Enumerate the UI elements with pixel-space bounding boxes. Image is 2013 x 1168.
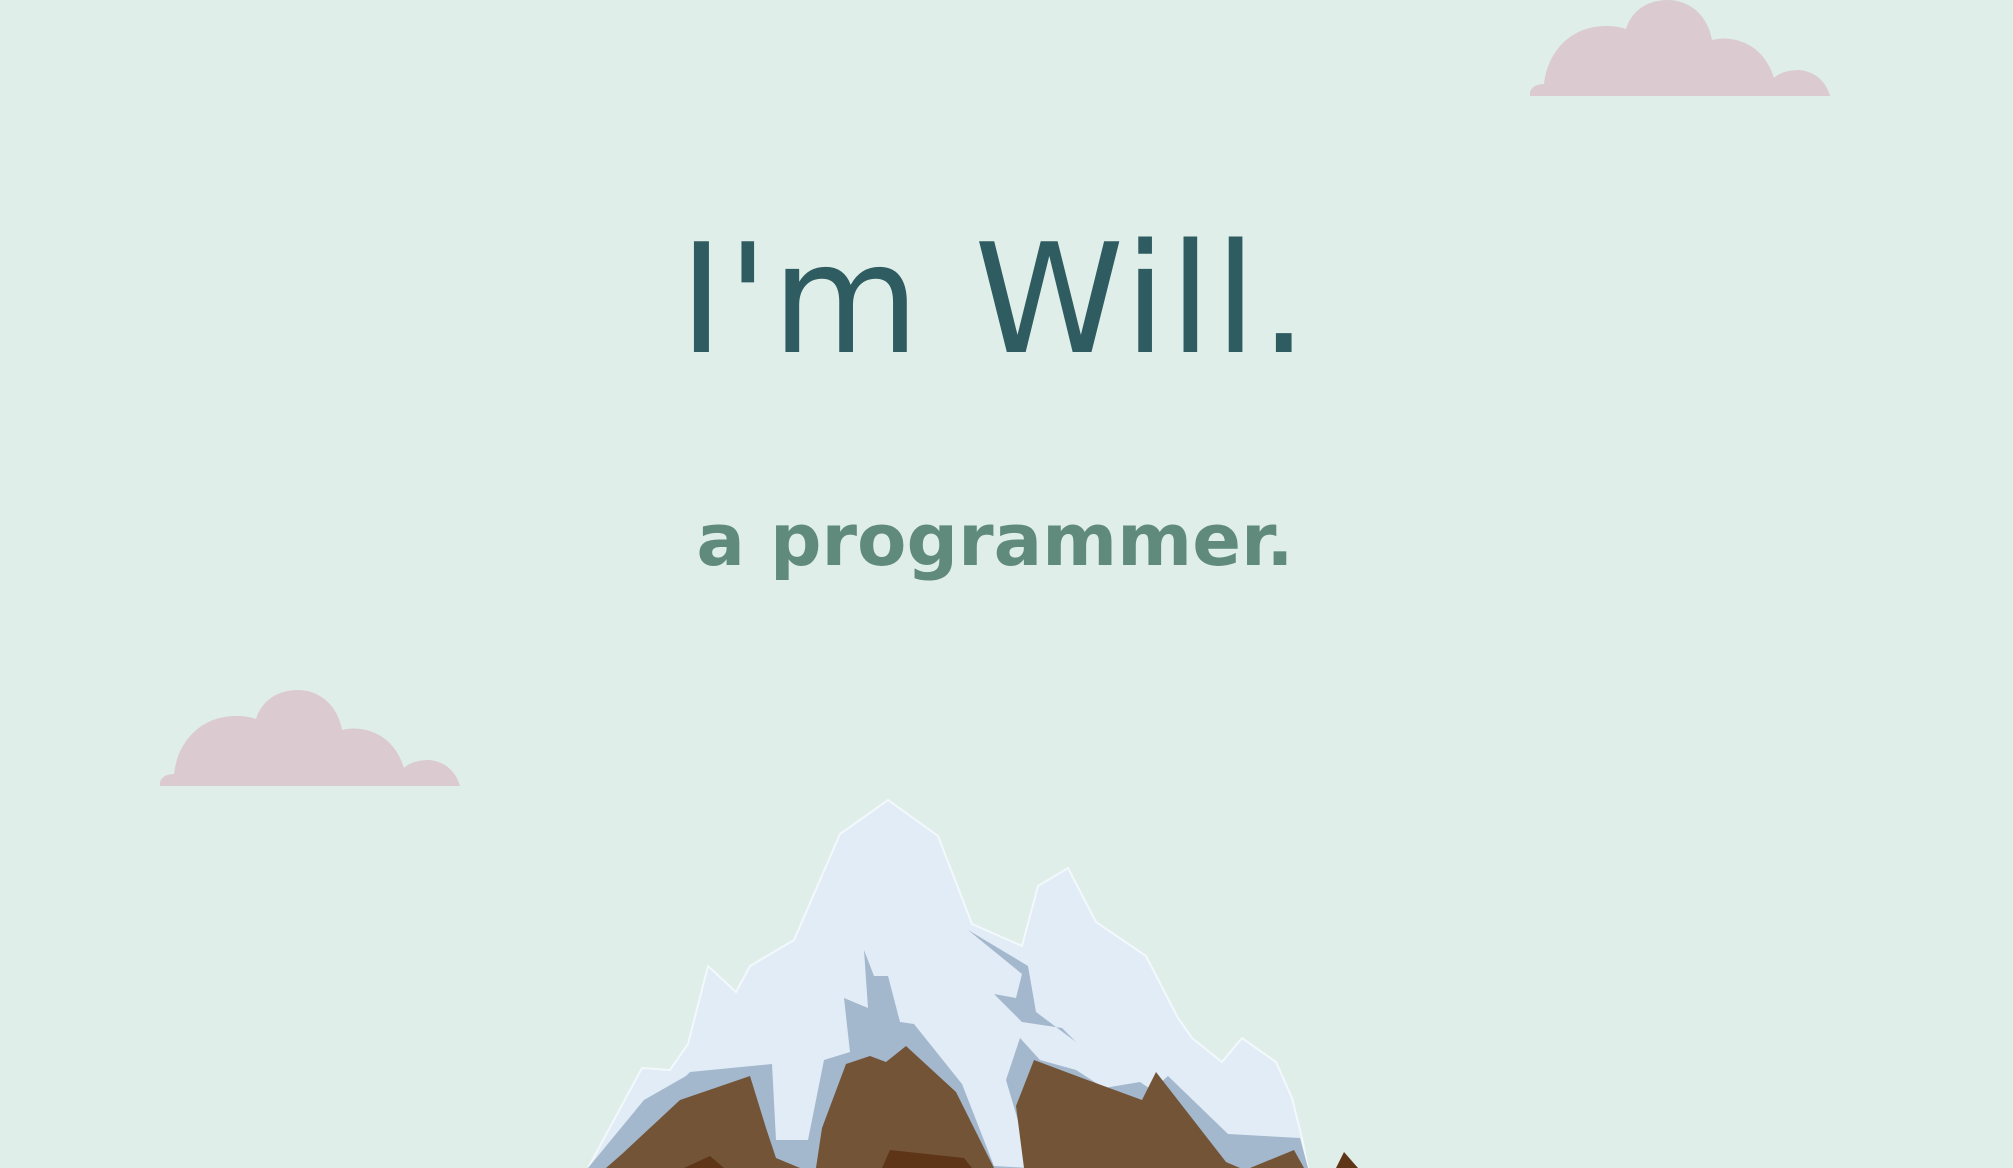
hero-subtitle: a programmer. — [696, 498, 1294, 582]
cloud-icon — [160, 690, 460, 786]
mountain-icon — [588, 798, 1358, 1168]
landing-page: I'm Will. a programmer. — [0, 0, 2013, 1168]
hero-title: I'm Will. — [679, 211, 1311, 388]
cloud-icon — [1530, 0, 1830, 96]
